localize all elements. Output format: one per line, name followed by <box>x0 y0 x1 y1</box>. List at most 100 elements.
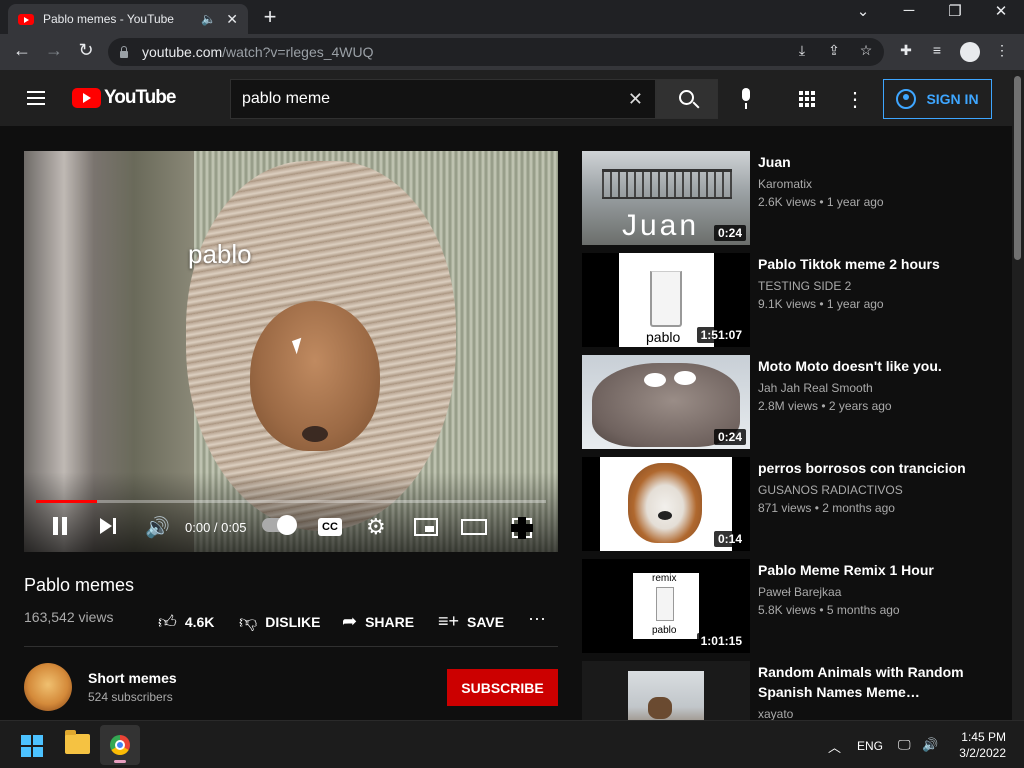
chrome-icon <box>110 735 130 755</box>
settings-more-icon[interactable]: ⋮ <box>845 87 865 112</box>
thumbnail-text: Juan <box>622 209 700 242</box>
video-thumbnail[interactable]: 0:14 <box>582 457 750 551</box>
thumbnail-text-top: remix <box>652 573 677 584</box>
video-caption-overlay: pablo <box>188 239 252 269</box>
share-arrow-icon: ➦ <box>342 611 358 631</box>
bookmark-star-icon[interactable]: ☆ <box>856 42 876 59</box>
divider <box>24 646 558 647</box>
restore-button[interactable]: ❐ <box>940 2 970 20</box>
video-duration: 1:51:07 <box>696 327 746 343</box>
url-path: /watch?v=rleges_4WUQ <box>222 44 374 60</box>
page-scrollbar[interactable] <box>1012 70 1024 720</box>
progress-bar[interactable] <box>36 500 546 503</box>
share-icon[interactable]: ⇪ <box>824 42 844 59</box>
network-icon[interactable]: 🖵 <box>898 737 911 753</box>
save-button[interactable]: ≡+ SAVE <box>438 611 504 632</box>
recommended-title[interactable]: Random Animals with Random Spanish Names… <box>758 662 988 702</box>
tab-title: Pablo memes - YouTube <box>43 12 174 26</box>
browser-tab[interactable]: Pablo memes - YouTube 🔈 ✕ <box>8 4 248 34</box>
reload-button[interactable]: ↻ <box>74 40 98 61</box>
autoplay-toggle[interactable] <box>262 515 297 535</box>
thumbs-up-icon: 👍︎ <box>158 612 177 632</box>
recommended-title[interactable]: Pablo Meme Remix 1 Hour <box>758 560 988 580</box>
install-icon[interactable]: ⤓ <box>792 42 812 59</box>
subscribe-button[interactable]: SUBSCRIBE <box>447 669 558 706</box>
start-button-icon[interactable] <box>21 735 43 757</box>
extensions-icon[interactable]: ✚ <box>895 42 917 59</box>
video-thumbnail[interactable]: pablo 1:51:07 <box>582 253 750 347</box>
clear-search-icon[interactable]: ✕ <box>628 89 643 110</box>
volume-icon[interactable]: 🔊 <box>145 515 170 540</box>
recommended-video[interactable]: 0:24 Moto Moto doesn't like you. Jah Jah… <box>582 355 1002 449</box>
recommended-channel: xayato <box>758 707 794 720</box>
pause-button[interactable] <box>52 517 68 535</box>
recommended-video[interactable]: remix pablo 1:01:15 Pablo Meme Remix 1 H… <box>582 559 1002 653</box>
more-actions-icon[interactable]: ··· <box>528 608 546 629</box>
thumbs-down-icon: 👎︎ <box>239 612 258 632</box>
forward-button[interactable]: → <box>42 40 66 61</box>
miniplayer-button[interactable] <box>414 518 438 536</box>
profile-icon[interactable] <box>960 42 980 62</box>
video-duration: 0:24 <box>713 429 746 445</box>
share-button[interactable]: ➦ SHARE <box>342 611 414 632</box>
browser-menu-icon[interactable]: ⋮ <box>991 42 1013 59</box>
video-thumbnail[interactable]: 0:24 <box>582 355 750 449</box>
next-button[interactable] <box>100 517 118 535</box>
video-player[interactable]: pablo 🔊 0:00 / 0:05 CC ⚙ <box>24 151 558 552</box>
lock-icon[interactable] <box>120 45 128 58</box>
recommended-video[interactable]: Random Animals with Random Spanish Names… <box>582 661 1002 720</box>
captions-button[interactable]: CC <box>318 518 342 536</box>
search-button[interactable] <box>656 79 718 119</box>
channel-name[interactable]: Short memes <box>88 670 177 686</box>
time-display: 0:00 / 0:05 <box>185 520 247 535</box>
video-thumbnail[interactable]: Juan 0:24 <box>582 151 750 245</box>
youtube-header: YouTube pablo meme ✕ ⋮ SIGN IN <box>0 70 1012 126</box>
recommended-title[interactable]: Juan <box>758 152 988 172</box>
thumbnail-text: pablo <box>646 329 681 345</box>
recommended-video[interactable]: pablo 1:51:07 Pablo Tiktok meme 2 hours … <box>582 253 1002 347</box>
voice-search-icon[interactable] <box>737 88 755 110</box>
sign-in-button[interactable]: SIGN IN <box>883 79 992 119</box>
recommended-video[interactable]: 0:14 perros borrosos con trancicion GUSA… <box>582 457 1002 551</box>
fullscreen-button[interactable] <box>511 517 533 539</box>
dislike-button[interactable]: 👎︎ DISLIKE <box>239 611 321 633</box>
progress-fill <box>36 500 98 503</box>
recommended-channel: Karomatix <box>758 177 813 191</box>
tray-chevron-icon[interactable]: ︿ <box>828 737 841 756</box>
tab-search-icon[interactable]: ⌄ <box>848 2 878 20</box>
minimize-button[interactable]: ─ <box>894 2 924 19</box>
media-queue-icon[interactable]: ≡ <box>926 42 948 58</box>
search-input[interactable]: pablo meme ✕ <box>230 79 656 119</box>
speaker-icon[interactable]: 🔈 <box>201 12 216 26</box>
channel-avatar[interactable] <box>24 663 72 711</box>
view-count: 163,542 views <box>24 609 114 625</box>
recommended-video[interactable]: Juan 0:24 Juan Karomatix 2.6K views • 1 … <box>582 151 1002 245</box>
close-window-button[interactable]: ✕ <box>986 2 1016 20</box>
video-thumbnail[interactable] <box>582 661 750 720</box>
apps-grid-icon[interactable] <box>799 91 815 107</box>
file-explorer-icon[interactable] <box>65 730 90 754</box>
volume-tray-icon[interactable]: 🔊 <box>922 737 938 753</box>
recommended-channel: TESTING SIDE 2 <box>758 279 852 293</box>
account-icon <box>896 89 917 109</box>
clock[interactable]: 1:45 PM 3/2/2022 <box>952 729 1006 761</box>
recommended-meta: 2.6K views • 1 year ago <box>758 195 884 209</box>
back-button[interactable]: ← <box>10 40 34 61</box>
recommended-meta: 2.8M views • 2 years ago <box>758 399 892 413</box>
recommended-title[interactable]: Pablo Tiktok meme 2 hours <box>758 254 988 274</box>
theater-mode-button[interactable] <box>461 519 487 535</box>
like-button[interactable]: 👍︎ 4.6K <box>158 611 214 633</box>
video-thumbnail[interactable]: remix pablo 1:01:15 <box>582 559 750 653</box>
recommended-title[interactable]: Moto Moto doesn't like you. <box>758 356 988 376</box>
recommended-title[interactable]: perros borrosos con trancicion <box>758 458 988 478</box>
language-indicator[interactable]: ENG <box>857 739 883 753</box>
address-bar[interactable]: youtube.com/watch?v=rleges_4WUQ <box>108 38 884 66</box>
new-tab-button[interactable]: + <box>259 4 281 30</box>
recommended-meta: 9.1K views • 1 year ago <box>758 297 884 311</box>
settings-gear-icon[interactable]: ⚙ <box>366 514 386 540</box>
youtube-logo[interactable]: YouTube <box>72 87 176 109</box>
close-tab-icon[interactable]: ✕ <box>226 11 238 28</box>
chrome-taskbar-button[interactable] <box>100 725 140 765</box>
sign-in-label: SIGN IN <box>926 91 979 107</box>
menu-icon[interactable] <box>27 91 45 105</box>
